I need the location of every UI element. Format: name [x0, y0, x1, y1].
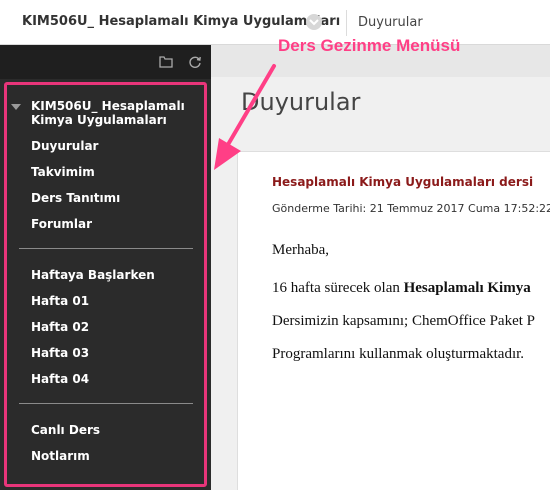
page-title: Duyurular	[241, 88, 361, 116]
announcement-line-2: Dersimizin kapsamını; ChemOffice Paket P	[272, 313, 536, 329]
breadcrumb-divider	[346, 10, 347, 36]
line-1-bold: Hesaplamalı Kimya	[403, 280, 531, 296]
folder-icon[interactable]	[159, 55, 173, 73]
sidebar-item-hafta-02[interactable]: Hafta 02	[31, 320, 89, 334]
callout-label: Ders Gezinme Menüsü	[278, 36, 461, 55]
sidebar-item-takvimim[interactable]: Takvimim	[31, 165, 95, 179]
divider	[19, 403, 193, 404]
sidebar-item-forumlar[interactable]: Forumlar	[31, 217, 92, 231]
course-navigation-menu: KIM506U_ Hesaplamalı Kimya Uygulamaları …	[0, 45, 211, 490]
sidebar-item-hafta-03[interactable]: Hafta 03	[31, 346, 89, 360]
divider	[19, 248, 193, 249]
main-content: Duyurular Hesaplamalı Kimya Uygulamaları…	[211, 45, 550, 490]
line-1-text: 16 hafta sürecek olan	[272, 280, 404, 296]
sidebar-item-notlarim[interactable]: Notlarım	[31, 449, 90, 463]
refresh-icon[interactable]	[188, 55, 202, 74]
sidebar-item-hafta-04[interactable]: Hafta 04	[31, 372, 89, 386]
chevron-down-icon[interactable]	[306, 14, 322, 30]
sidebar-item-duyurular[interactable]: Duyurular	[31, 139, 98, 153]
announcement-greeting: Merhaba,	[272, 242, 330, 258]
sidebar-item-haftaya-baslarken[interactable]: Haftaya Başlarken	[31, 268, 155, 282]
announcement-line-1: 16 hafta sürecek olan Hesaplamalı Kimya	[272, 280, 531, 297]
collapse-triangle-icon[interactable]	[11, 104, 21, 110]
announcement-card: Hesaplamalı Kimya Uygulamaları dersi Gön…	[237, 151, 550, 490]
sidebar-course-name[interactable]: KIM506U_ Hesaplamalı Kimya Uygulamaları	[31, 99, 201, 127]
breadcrumb[interactable]: Duyurular	[358, 15, 423, 30]
sidebar-item-hafta-01[interactable]: Hafta 01	[31, 294, 89, 308]
sidebar-toolbar	[0, 45, 211, 79]
sidebar-item-canli-ders[interactable]: Canlı Ders	[31, 423, 100, 437]
announcement-date: Gönderme Tarihi: 21 Temmuz 2017 Cuma 17:…	[272, 202, 550, 215]
sidebar-item-ders-tanitimi[interactable]: Ders Tanıtımı	[31, 191, 120, 205]
top-bar: KIM506U_ Hesaplamalı Kimya Uygulamaları …	[0, 0, 550, 45]
announcement-line-3: Programlarını kullanmak oluşturmaktadır.	[272, 346, 525, 362]
course-title[interactable]: KIM506U_ Hesaplamalı Kimya Uygulamaları	[22, 14, 340, 29]
announcement-title[interactable]: Hesaplamalı Kimya Uygulamaları dersi	[272, 175, 533, 189]
